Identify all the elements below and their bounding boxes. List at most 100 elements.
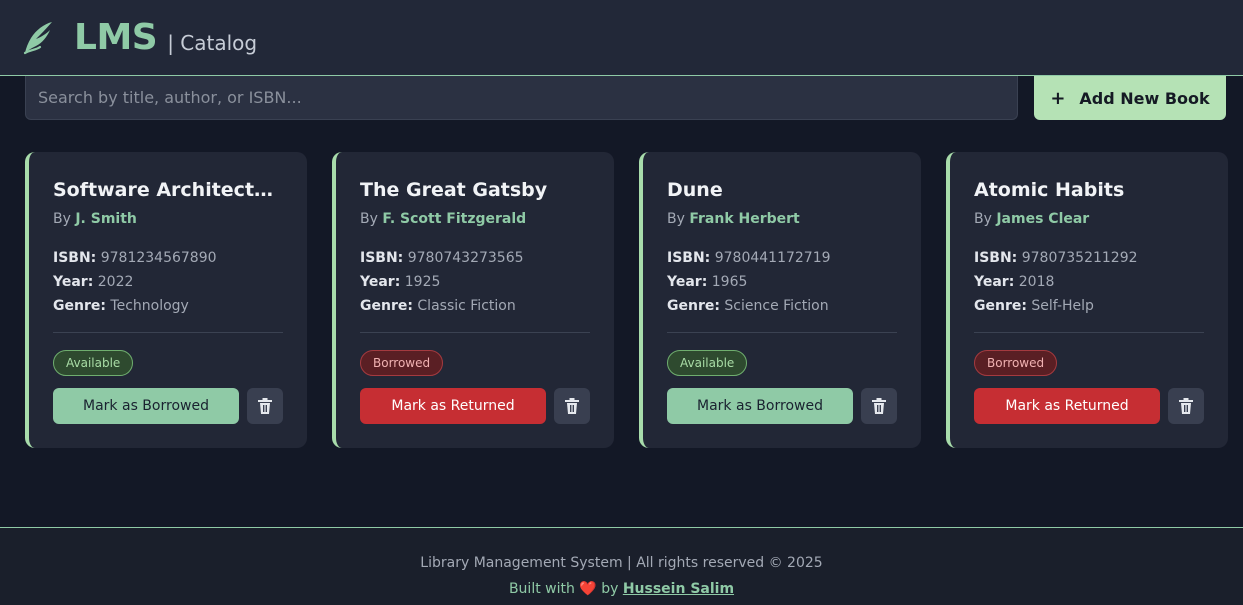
app-header: LMS | Catalog: [0, 0, 1243, 76]
book-author: James Clear: [996, 211, 1090, 227]
year-label: Year:: [974, 274, 1015, 290]
trash-icon: [565, 398, 579, 414]
status-badge: Available: [667, 350, 748, 376]
genre-value: Technology: [110, 298, 189, 314]
isbn-label: ISBN:: [53, 250, 97, 266]
trash-icon: [1179, 398, 1193, 414]
heart-icon: ❤️: [579, 581, 597, 597]
card-divider: [974, 332, 1204, 333]
isbn-row: ISBN: 9780735211292: [974, 246, 1204, 270]
mark-borrowed-button[interactable]: Mark as Borrowed: [53, 388, 239, 424]
book-card: Atomic Habits By James Clear ISBN: 97807…: [946, 152, 1228, 448]
year-label: Year:: [360, 274, 401, 290]
isbn-value: 9780441172719: [714, 250, 831, 266]
year-value: 2022: [97, 274, 134, 290]
genre-row: Genre: Classic Fiction: [360, 294, 590, 318]
card-actions: Mark as Returned: [360, 388, 590, 424]
card-divider: [360, 332, 590, 333]
genre-label: Genre:: [360, 298, 413, 314]
genre-row: Genre: Technology: [53, 294, 283, 318]
book-card: Software Architecture... By J. Smith ISB…: [25, 152, 307, 448]
genre-value: Science Fiction: [724, 298, 829, 314]
status-badge: Borrowed: [360, 350, 444, 376]
delete-button[interactable]: [861, 388, 897, 424]
footer-credit: Built with ❤️ by Hussein Salim: [0, 581, 1243, 597]
plus-icon: +: [1050, 87, 1066, 109]
year-label: Year:: [667, 274, 708, 290]
card-actions: Mark as Borrowed: [53, 388, 283, 424]
card-actions: Mark as Borrowed: [667, 388, 897, 424]
feather-logo-icon: [23, 21, 52, 54]
isbn-value: 9780743273565: [407, 250, 524, 266]
page-subtitle: | Catalog: [167, 30, 258, 55]
status-badge: Available: [53, 350, 134, 376]
year-row: Year: 2018: [974, 270, 1204, 294]
book-author: Frank Herbert: [689, 211, 800, 227]
book-grid: Software Architecture... By J. Smith ISB…: [25, 152, 1228, 448]
genre-row: Genre: Self-Help: [974, 294, 1204, 318]
delete-button[interactable]: [247, 388, 283, 424]
book-author-line: By J. Smith: [53, 210, 283, 228]
isbn-value: 9780735211292: [1021, 250, 1138, 266]
year-label: Year:: [53, 274, 94, 290]
add-new-book-label: Add New Book: [1079, 88, 1210, 108]
by-label: By: [360, 211, 378, 227]
year-row: Year: 2022: [53, 270, 283, 294]
author-link[interactable]: Hussein Salim: [623, 581, 734, 597]
search-input[interactable]: [25, 76, 1018, 120]
isbn-row: ISBN: 9781234567890: [53, 246, 283, 270]
genre-row: Genre: Science Fiction: [667, 294, 897, 318]
delete-button[interactable]: [554, 388, 590, 424]
isbn-label: ISBN:: [974, 250, 1018, 266]
year-row: Year: 1925: [360, 270, 590, 294]
built-with-text: Built with: [508, 581, 575, 597]
isbn-label: ISBN:: [360, 250, 404, 266]
toolbar: + Add New Book: [25, 76, 1226, 120]
genre-value: Self-Help: [1031, 298, 1094, 314]
mark-returned-button[interactable]: Mark as Returned: [974, 388, 1160, 424]
by-label: By: [974, 211, 992, 227]
book-title: Atomic Habits: [974, 179, 1125, 201]
book-author: F. Scott Fitzgerald: [382, 211, 527, 227]
genre-label: Genre:: [53, 298, 106, 314]
book-title: The Great Gatsby: [360, 179, 548, 201]
isbn-row: ISBN: 9780441172719: [667, 246, 897, 270]
book-author-line: By James Clear: [974, 210, 1204, 228]
genre-label: Genre:: [974, 298, 1027, 314]
year-value: 1925: [404, 274, 441, 290]
book-meta: ISBN: 9780441172719 Year: 1965 Genre: Sc…: [667, 246, 897, 318]
add-new-book-button[interactable]: + Add New Book: [1034, 76, 1226, 120]
genre-value: Classic Fiction: [417, 298, 516, 314]
genre-label: Genre:: [667, 298, 720, 314]
trash-icon: [258, 398, 272, 414]
delete-button[interactable]: [1168, 388, 1204, 424]
footer-by-text: by: [601, 581, 619, 597]
book-meta: ISBN: 9780735211292 Year: 2018 Genre: Se…: [974, 246, 1204, 318]
book-title: Dune: [667, 179, 723, 201]
card-actions: Mark as Returned: [974, 388, 1204, 424]
isbn-row: ISBN: 9780743273565: [360, 246, 590, 270]
mark-borrowed-button[interactable]: Mark as Borrowed: [667, 388, 853, 424]
book-author-line: By Frank Herbert: [667, 210, 897, 228]
year-value: 2018: [1018, 274, 1055, 290]
book-author-line: By F. Scott Fitzgerald: [360, 210, 590, 228]
card-divider: [667, 332, 897, 333]
book-meta: ISBN: 9781234567890 Year: 2022 Genre: Te…: [53, 246, 283, 318]
book-title: Software Architecture...: [53, 179, 283, 201]
year-value: 1965: [711, 274, 748, 290]
brand-title: LMS: [74, 17, 158, 58]
by-label: By: [667, 211, 685, 227]
by-label: By: [53, 211, 71, 227]
isbn-value: 9781234567890: [100, 250, 217, 266]
year-row: Year: 1965: [667, 270, 897, 294]
book-card: Dune By Frank Herbert ISBN: 978044117271…: [639, 152, 921, 448]
footer: Library Management System | All rights r…: [0, 527, 1243, 605]
isbn-label: ISBN:: [667, 250, 711, 266]
book-meta: ISBN: 9780743273565 Year: 1925 Genre: Cl…: [360, 246, 590, 318]
trash-icon: [872, 398, 886, 414]
mark-returned-button[interactable]: Mark as Returned: [360, 388, 546, 424]
footer-copyright: Library Management System | All rights r…: [420, 555, 823, 571]
status-badge: Borrowed: [974, 350, 1058, 376]
card-divider: [53, 332, 283, 333]
book-card: The Great Gatsby By F. Scott Fitzgerald …: [332, 152, 614, 448]
